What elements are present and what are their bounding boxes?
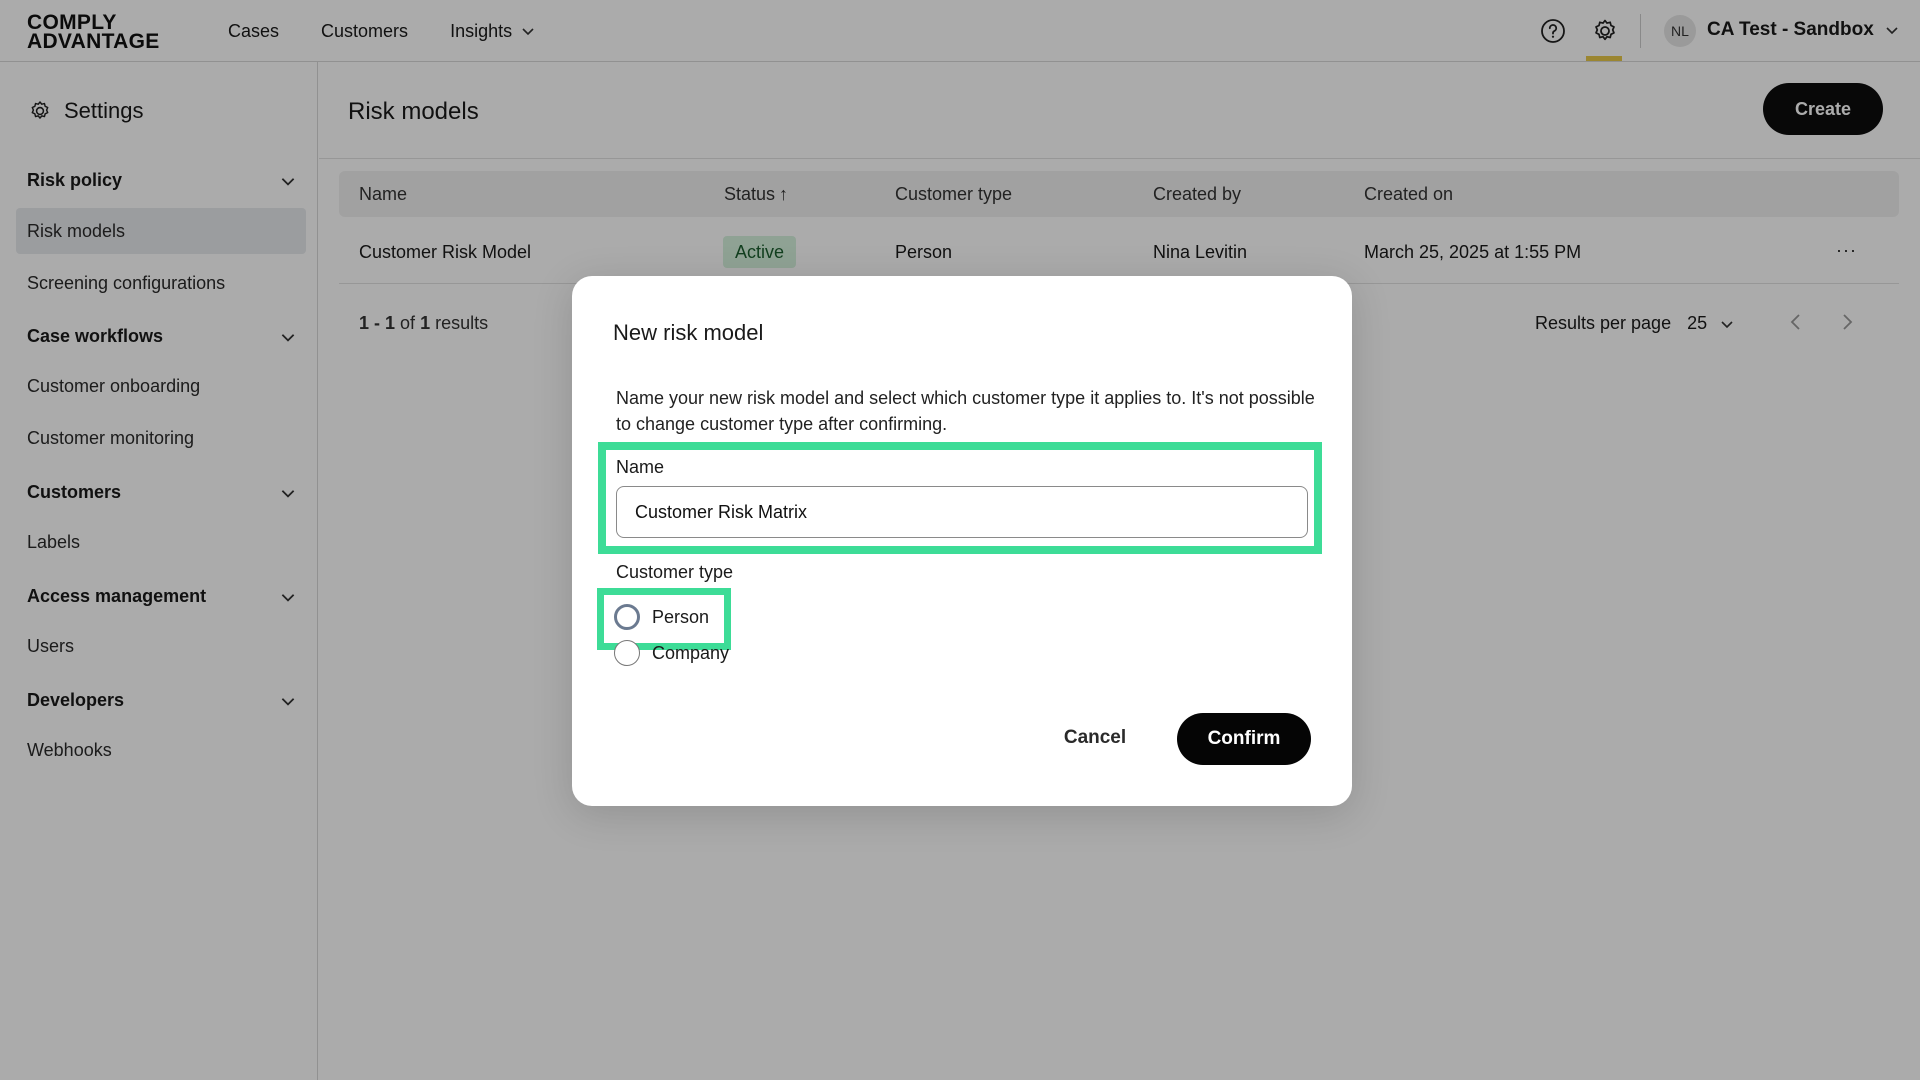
cancel-button[interactable]: Cancel bbox=[1050, 712, 1140, 764]
customer-type-label: Customer type bbox=[616, 562, 734, 582]
radio-person[interactable]: Person bbox=[614, 604, 709, 630]
radio-button[interactable] bbox=[614, 640, 640, 666]
dialog-title: New risk model bbox=[613, 320, 764, 345]
name-field-label: Name bbox=[616, 457, 665, 477]
confirm-button[interactable]: Confirm bbox=[1177, 713, 1311, 765]
radio-company[interactable]: Company bbox=[614, 640, 729, 666]
radio-button[interactable] bbox=[614, 604, 640, 630]
name-input[interactable] bbox=[616, 486, 1308, 538]
new-risk-model-dialog: New risk model Name your new risk model … bbox=[572, 276, 1352, 806]
radio-label: Person bbox=[652, 606, 710, 627]
radio-label: Company bbox=[652, 642, 730, 663]
dialog-description: Name your new risk model and select whic… bbox=[616, 388, 1315, 434]
